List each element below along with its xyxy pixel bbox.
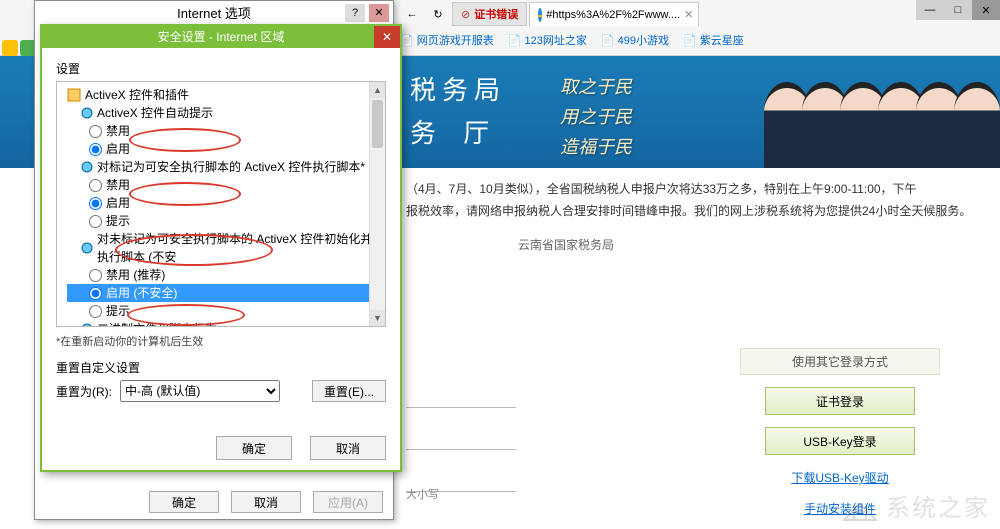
org-signature: 云南省国家税务局 xyxy=(406,234,726,256)
window-maximize[interactable]: □ xyxy=(944,0,972,20)
tree-group: ActiveX 控件自动提示 xyxy=(67,104,379,122)
radio-option[interactable]: 启用 xyxy=(67,140,379,158)
cancel-button[interactable]: 取消 xyxy=(231,491,301,513)
security-settings-dialog: 安全设置 - Internet 区域 ✕ 设置 ActiveX 控件和插件 Ac… xyxy=(40,24,402,472)
fav-link[interactable]: 📄 网页游戏开服表 xyxy=(400,32,494,48)
nav-refresh[interactable]: ↻ xyxy=(426,2,450,26)
radio-option[interactable]: 禁用 (推荐) xyxy=(67,266,379,284)
banner-title-2: 务 厅 xyxy=(410,113,506,150)
panel-heading: 使用其它登录方式 xyxy=(740,348,940,375)
settings-label: 设置 xyxy=(56,60,386,77)
fav-link[interactable]: 📄 123网址之家 xyxy=(508,32,587,48)
watermark: 系统之家 xyxy=(840,488,990,523)
input-line[interactable] xyxy=(406,384,516,408)
scroll-up-icon[interactable]: ▲ xyxy=(370,82,385,98)
window-close[interactable]: ✕ xyxy=(972,0,1000,20)
restart-note: *在重新启动你的计算机后生效 xyxy=(56,333,386,349)
tree-group: 二进制文件和脚本行为 xyxy=(67,320,379,327)
radio-option-selected[interactable]: 启用 (不安全) xyxy=(67,284,379,302)
dialog-help-icon[interactable]: ? xyxy=(345,4,365,22)
radio-option[interactable]: 提示 xyxy=(67,212,379,230)
radio-option[interactable]: 启用 xyxy=(67,194,379,212)
scroll-down-icon[interactable]: ▼ xyxy=(370,310,385,326)
fav-link[interactable]: 📄 紫云星座 xyxy=(683,32,744,48)
ok-button[interactable]: 确定 xyxy=(216,436,292,460)
scroll-thumb[interactable] xyxy=(372,100,383,148)
radio-option[interactable]: 提示 xyxy=(67,302,379,320)
watermark-icon xyxy=(840,490,880,522)
reset-level-select[interactable]: 中-高 (默认值) xyxy=(120,380,280,402)
input-line[interactable] xyxy=(406,426,516,450)
cert-login-button[interactable]: 证书登录 xyxy=(765,387,915,415)
settings-tree: ActiveX 控件和插件 ActiveX 控件自动提示 禁用 启用 对标记为可… xyxy=(56,81,386,327)
caps-hint: 大小写 xyxy=(406,486,439,502)
tree-group: ActiveX 控件和插件 xyxy=(67,86,379,104)
nav-back[interactable]: ← xyxy=(400,2,424,26)
radio-option[interactable]: 禁用 xyxy=(67,122,379,140)
banner-title-1: 税务局 xyxy=(410,70,506,107)
window-minimize[interactable]: — xyxy=(916,0,944,20)
fav-link[interactable]: 📄 499小游戏 xyxy=(601,32,669,48)
tree-group: 对标记为可安全执行脚本的 ActiveX 控件执行脚本* xyxy=(67,158,379,176)
banner-slogan: 取之于民 用之于民 造福于民 xyxy=(560,72,632,162)
reset-to-label: 重置为(R): xyxy=(56,383,112,400)
usbkey-login-button[interactable]: USB-Key登录 xyxy=(765,427,915,455)
reset-label: 重置自定义设置 xyxy=(56,359,386,376)
dialog-close-icon[interactable]: ✕ xyxy=(369,4,389,22)
ie-icon xyxy=(538,8,542,22)
radio-option[interactable]: 禁用 xyxy=(67,176,379,194)
scrollbar[interactable]: ▲ ▼ xyxy=(369,82,385,326)
download-driver-link[interactable]: 下载USB-Key驱动 xyxy=(740,469,940,486)
app-icon[interactable] xyxy=(2,40,18,56)
tab-cert-error[interactable]: ⊘ 证书错误 xyxy=(452,2,527,26)
tab-close-icon[interactable]: ✕ xyxy=(684,8,693,21)
apply-button[interactable]: 应用(A) xyxy=(313,491,383,513)
tree-group: 对未标记为可安全执行脚本的 ActiveX 控件初始化并执行脚本 (不安 xyxy=(67,230,379,266)
cancel-button[interactable]: 取消 xyxy=(310,436,386,460)
cert-error-icon: ⊘ xyxy=(461,8,470,21)
login-form xyxy=(406,366,516,492)
dialog-close-icon[interactable]: ✕ xyxy=(374,26,400,48)
banner-people xyxy=(772,56,1000,168)
tab-current[interactable]: #https%3A%2F%2Fwww.... ✕ xyxy=(529,2,699,26)
dialog-title: 安全设置 - Internet 区域 ✕ xyxy=(42,26,400,48)
ok-button[interactable]: 确定 xyxy=(149,491,219,513)
reset-button[interactable]: 重置(E)... xyxy=(312,380,386,402)
